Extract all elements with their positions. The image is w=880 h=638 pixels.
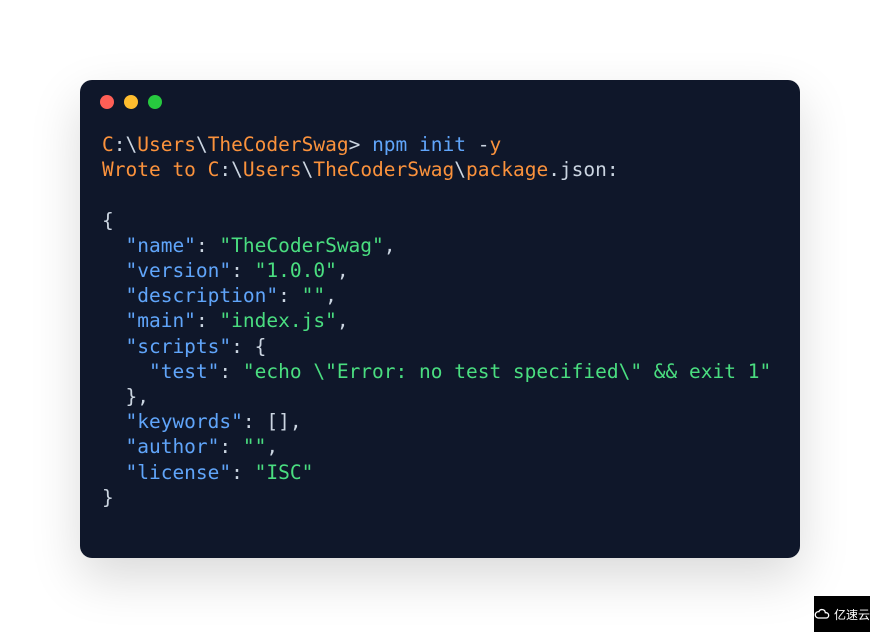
wrote-user: TheCoderSwag: [313, 158, 454, 181]
wrote-prefix: Wrote to: [102, 158, 208, 181]
key-version: "version": [125, 259, 231, 282]
cmd-init: init: [419, 133, 466, 156]
terminal-window: C:\Users\TheCoderSwag> npm init -y Wrote…: [80, 80, 800, 558]
cmd-dash: -: [466, 133, 489, 156]
key-description: "description": [125, 284, 278, 307]
prompt-drive: C: [102, 133, 114, 156]
wrote-file: package: [466, 158, 548, 181]
prompt-user: TheCoderSwag: [208, 133, 349, 156]
key-main: "main": [125, 309, 195, 332]
maximize-icon[interactable]: [148, 95, 162, 109]
key-scripts: "scripts": [125, 335, 231, 358]
prompt-usersdir: Users: [137, 133, 196, 156]
brace-open: {: [102, 209, 114, 232]
prompt-marker: >: [349, 133, 372, 156]
key-test: "test": [149, 360, 219, 383]
cmd-npm: npm: [372, 133, 407, 156]
prompt-sep: :\: [114, 133, 137, 156]
val-test: "echo \"Error: no test specified\" && ex…: [243, 360, 771, 383]
key-name: "name": [125, 234, 195, 257]
wrote-usersdir: Users: [243, 158, 302, 181]
cmd-flag: y: [490, 133, 502, 156]
wrote-suffix: .json:: [548, 158, 618, 181]
key-author: "author": [125, 435, 219, 458]
wrote-drive: C: [208, 158, 220, 181]
watermark-text: 亿速云: [834, 606, 870, 623]
key-license: "license": [125, 461, 231, 484]
close-icon[interactable]: [100, 95, 114, 109]
val-name: "TheCoderSwag": [219, 234, 383, 257]
wrote-slash2: \: [454, 158, 466, 181]
window-titlebar: [80, 80, 800, 124]
prompt-slash: \: [196, 133, 208, 156]
wrote-sep: :\: [219, 158, 242, 181]
val-keywords: []: [266, 410, 289, 433]
wrote-slash1: \: [302, 158, 314, 181]
val-description: "": [302, 284, 325, 307]
minimize-icon[interactable]: [124, 95, 138, 109]
cloud-icon: [814, 606, 830, 622]
watermark-logo: 亿速云: [814, 596, 870, 632]
key-keywords: "keywords": [125, 410, 242, 433]
val-license: "ISC": [255, 461, 314, 484]
val-version: "1.0.0": [255, 259, 337, 282]
brace-close: }: [102, 486, 114, 509]
val-main: "index.js": [219, 309, 336, 332]
terminal-output: C:\Users\TheCoderSwag> npm init -y Wrote…: [80, 124, 800, 532]
val-author: "": [243, 435, 266, 458]
